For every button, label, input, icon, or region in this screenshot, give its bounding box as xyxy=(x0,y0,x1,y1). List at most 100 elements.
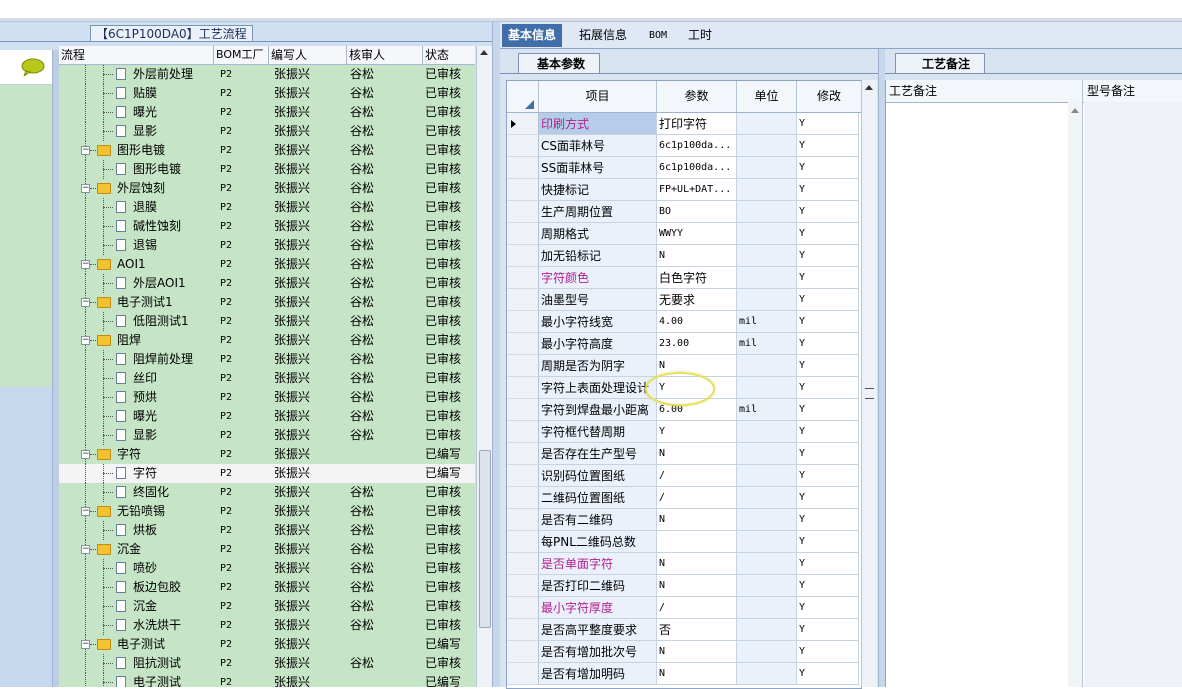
grid-corner[interactable] xyxy=(507,81,539,112)
tree-step-row[interactable]: 碱性蚀刻 P2 张振兴 谷松 已审核 xyxy=(59,217,475,236)
tab-extended-info[interactable]: 拓展信息 xyxy=(573,24,633,47)
row-indicator[interactable] xyxy=(507,113,539,135)
params-scrollbar[interactable] xyxy=(861,80,877,687)
row-indicator[interactable] xyxy=(507,531,539,553)
col-header-reviewer[interactable]: 核审人 xyxy=(347,46,423,64)
row-indicator[interactable] xyxy=(507,355,539,377)
param-value[interactable]: 6c1p100da... xyxy=(657,157,737,179)
col-header-item[interactable]: 项目 xyxy=(539,81,657,112)
param-value[interactable]: N xyxy=(657,245,737,267)
row-indicator[interactable] xyxy=(507,553,539,575)
tree-step-row[interactable]: 外层前处理 P2 张振兴 谷松 已审核 xyxy=(59,65,475,84)
param-row[interactable]: 字符框代替周期 Y Y xyxy=(507,421,861,443)
tree-folder-row[interactable]: − 沉金 P2 张振兴 谷松 已审核 xyxy=(59,540,475,559)
col-header-param[interactable]: 参数 xyxy=(657,81,737,112)
param-value[interactable]: 6c1p100da... xyxy=(657,135,737,157)
tab-bom[interactable]: BOM xyxy=(643,24,673,47)
param-value[interactable]: N xyxy=(657,641,737,663)
tree-step-row[interactable]: 图形电镀 P2 张振兴 谷松 已审核 xyxy=(59,160,475,179)
param-row[interactable]: 是否单面字符 N Y xyxy=(507,553,861,575)
param-value[interactable]: / xyxy=(657,597,737,619)
tree-step-row[interactable]: 贴膜 P2 张振兴 谷松 已审核 xyxy=(59,84,475,103)
col-header-process-note[interactable]: 工艺备注 xyxy=(886,80,1082,102)
param-value[interactable]: 否 xyxy=(657,619,737,641)
row-indicator[interactable] xyxy=(507,333,539,355)
collapse-toggle-icon[interactable]: − xyxy=(81,507,90,516)
param-row[interactable]: 快捷标记 FP+UL+DAT... Y xyxy=(507,179,861,201)
row-indicator[interactable] xyxy=(507,575,539,597)
tree-folder-row[interactable]: − 图形电镀 P2 张振兴 谷松 已审核 xyxy=(59,141,475,160)
tree-scrollbar[interactable] xyxy=(476,46,492,687)
param-modify[interactable]: Y xyxy=(797,575,859,597)
tree-step-row[interactable]: 预烘 P2 张振兴 谷松 已审核 xyxy=(59,388,475,407)
param-value[interactable]: / xyxy=(657,487,737,509)
param-modify[interactable]: Y xyxy=(797,113,859,135)
param-row[interactable]: 油墨型号 无要求 Y xyxy=(507,289,861,311)
param-modify[interactable]: Y xyxy=(797,179,859,201)
tree-step-row[interactable]: 曝光 P2 张振兴 谷松 已审核 xyxy=(59,103,475,122)
tree-step-row[interactable]: 终固化 P2 张振兴 谷松 已审核 xyxy=(59,483,475,502)
left-splitter[interactable] xyxy=(52,50,59,687)
row-indicator[interactable] xyxy=(507,179,539,201)
tree-step-row[interactable]: 字符 P2 张振兴 已编写 xyxy=(59,464,475,483)
param-row[interactable]: 是否高平整度要求否 Y xyxy=(507,619,861,641)
chat-bubble-icon[interactable] xyxy=(20,58,46,76)
tab-basic-info[interactable]: 基本信息 xyxy=(502,24,563,47)
collapse-toggle-icon[interactable]: − xyxy=(81,640,90,649)
tree-step-row[interactable]: 水洗烘干 P2 张振兴 谷松 已审核 xyxy=(59,616,475,635)
param-row[interactable]: 生产周期位置 BO Y xyxy=(507,201,861,223)
param-modify[interactable]: Y xyxy=(797,311,859,333)
row-indicator[interactable] xyxy=(507,443,539,465)
param-modify[interactable]: Y xyxy=(797,289,859,311)
tree-step-row[interactable]: 退膜 P2 张振兴 谷松 已审核 xyxy=(59,198,475,217)
tree-step-row[interactable]: 丝印 P2 张振兴 谷松 已审核 xyxy=(59,369,475,388)
tree-step-row[interactable]: 板边包胶 P2 张振兴 谷松 已审核 xyxy=(59,578,475,597)
tree-step-row[interactable]: 沉金 P2 张振兴 谷松 已审核 xyxy=(59,597,475,616)
param-row[interactable]: SS面菲林号 6c1p100da... Y xyxy=(507,157,861,179)
tree-step-row[interactable]: 喷砂 P2 张振兴 谷松 已审核 xyxy=(59,559,475,578)
param-value[interactable]: 4.00 xyxy=(657,311,737,333)
row-indicator[interactable] xyxy=(507,663,539,685)
param-row[interactable]: 是否有增加批次号 N Y xyxy=(507,641,861,663)
tab-basic-params[interactable]: 基本参数 xyxy=(518,53,601,74)
collapse-toggle-icon[interactable]: − xyxy=(81,336,90,345)
param-value[interactable]: FP+UL+DAT... xyxy=(657,179,737,201)
param-value[interactable]: 无要求 xyxy=(657,289,737,311)
row-indicator[interactable] xyxy=(507,223,539,245)
param-modify[interactable]: Y xyxy=(797,201,859,223)
tab-work-hours[interactable]: 工时 xyxy=(682,24,718,47)
param-modify[interactable]: Y xyxy=(797,333,859,355)
tree-step-row[interactable]: 外层AOI1 P2 张振兴 谷松 已审核 xyxy=(59,274,475,293)
param-value[interactable]: / xyxy=(657,465,737,487)
param-modify[interactable]: Y xyxy=(797,223,859,245)
param-row[interactable]: 印刷方式 打印字符 Y xyxy=(507,113,861,135)
model-note-area[interactable] xyxy=(1084,102,1182,687)
param-row[interactable]: 字符颜色 白色字符 Y xyxy=(507,267,861,289)
param-modify[interactable]: Y xyxy=(797,663,859,685)
tree-step-row[interactable]: 阻抗测试 P2 张振兴 谷松 已审核 xyxy=(59,654,475,673)
tree-step-row[interactable]: 阻焊前处理 P2 张振兴 谷松 已审核 xyxy=(59,350,475,369)
tree-folder-row[interactable]: − 无铅喷锡 P2 张振兴 谷松 已审核 xyxy=(59,502,475,521)
row-indicator[interactable] xyxy=(507,311,539,333)
row-indicator[interactable] xyxy=(507,619,539,641)
tree-folder-row[interactable]: − 电子测试1 P2 张振兴 谷松 已审核 xyxy=(59,293,475,312)
tree-folder-row[interactable]: − 电子测试 P2 张振兴 已编写 xyxy=(59,635,475,654)
notes-scrollbar[interactable] xyxy=(1068,102,1082,687)
param-value[interactable]: N xyxy=(657,509,737,531)
scroll-up-arrow-icon[interactable] xyxy=(480,50,488,55)
param-row[interactable]: 周期格式 WWYY Y xyxy=(507,223,861,245)
param-modify[interactable]: Y xyxy=(797,135,859,157)
param-value[interactable]: 打印字符 xyxy=(657,113,737,135)
param-modify[interactable]: Y xyxy=(797,531,859,553)
tree-folder-row[interactable]: − AOI1 P2 张振兴 谷松 已审核 xyxy=(59,255,475,274)
scroll-up-arrow-icon[interactable] xyxy=(865,85,873,90)
row-indicator[interactable] xyxy=(507,421,539,443)
tree-step-row[interactable]: 显影 P2 张振兴 谷松 已审核 xyxy=(59,122,475,141)
param-value[interactable] xyxy=(657,531,737,553)
param-modify[interactable]: Y xyxy=(797,157,859,179)
tree-folder-row[interactable]: − 字符 P2 张振兴 已编写 xyxy=(59,445,475,464)
tree-folder-row[interactable]: − 阻焊 P2 张振兴 谷松 已审核 xyxy=(59,331,475,350)
row-indicator[interactable] xyxy=(507,377,539,399)
row-indicator[interactable] xyxy=(507,399,539,421)
col-header-flow[interactable]: 流程 xyxy=(59,46,214,64)
